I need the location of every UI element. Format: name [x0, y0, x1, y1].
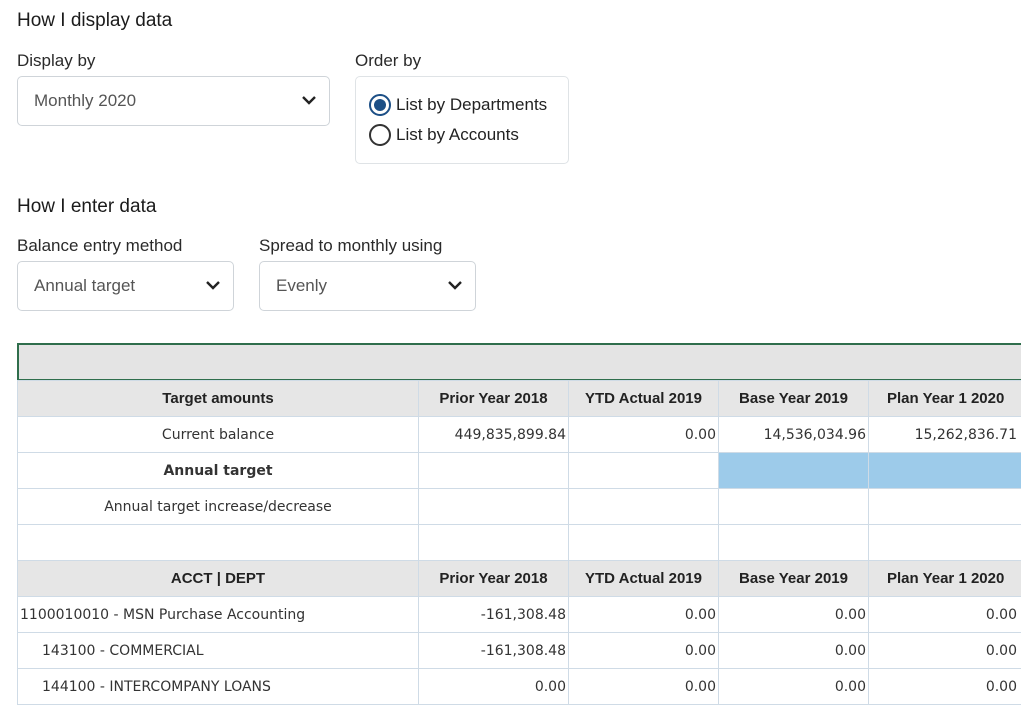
target-amounts-header: Target amounts: [17, 380, 419, 417]
row-label: 144100 - INTERCOMPANY LOANS: [17, 668, 419, 705]
radio-label-accounts: List by Accounts: [396, 125, 519, 144]
budget-grid: Target amounts Prior Year 2018 YTD Actua…: [17, 380, 1021, 705]
row-label: Annual target increase/decrease: [17, 488, 419, 525]
radio-list-by-departments[interactable]: List by Departments: [369, 94, 547, 116]
table-row: Annual target increase/decrease: [17, 488, 1021, 525]
cell: 0.00: [568, 596, 719, 633]
radio-unchecked-icon[interactable]: [369, 124, 391, 146]
input-cell[interactable]: [418, 452, 569, 489]
row-label: [17, 524, 419, 561]
radio-list-by-accounts[interactable]: List by Accounts: [369, 124, 519, 146]
display-section-title: How I display data: [17, 10, 173, 31]
cell: 15,262,836.71: [868, 416, 1021, 453]
enter-section-title: How I enter data: [17, 196, 157, 217]
cell: [868, 524, 1021, 561]
cell: -161,308.48: [418, 596, 569, 633]
cell: 0.00: [418, 668, 569, 705]
cell: 14,536,034.96: [718, 416, 869, 453]
cell: [568, 488, 719, 525]
row-label: 143100 - COMMERCIAL: [17, 632, 419, 669]
display-by-select[interactable]: Monthly 2020: [17, 76, 330, 126]
col-header: Plan Year 1 2020: [868, 380, 1021, 417]
col-header: Base Year 2019: [718, 560, 869, 597]
row-label: Annual target: [17, 452, 419, 489]
col-header: YTD Actual 2019: [568, 560, 719, 597]
cell: [718, 524, 869, 561]
chevron-down-icon: [302, 96, 316, 105]
radio-checked-icon[interactable]: [369, 94, 391, 116]
cell: 0.00: [568, 632, 719, 669]
radio-label-departments: List by Departments: [396, 95, 548, 114]
table-row[interactable]: 144100 - INTERCOMPANY LOANS 0.00 0.00 0.…: [17, 668, 1021, 705]
input-cell[interactable]: [868, 452, 1021, 489]
order-by-group: List by Departments List by Accounts: [355, 76, 569, 164]
input-cell[interactable]: [568, 452, 719, 489]
row-label: 1100010010 - MSN Purchase Accounting: [17, 596, 419, 633]
table-row[interactable]: 1100010010 - MSN Purchase Accounting -16…: [17, 596, 1021, 633]
table-row[interactable]: 143100 - COMMERCIAL -161,308.48 0.00 0.0…: [17, 632, 1021, 669]
col-header: YTD Actual 2019: [568, 380, 719, 417]
table-row: [17, 524, 1021, 561]
table-row: Current balance 449,835,899.84 0.00 14,5…: [17, 416, 1021, 453]
balance-method-value: Annual target: [34, 276, 136, 295]
cell: [718, 488, 869, 525]
cell: 0.00: [568, 668, 719, 705]
acct-dept-header: ACCT | DEPT: [17, 560, 419, 597]
col-header: Prior Year 2018: [418, 560, 569, 597]
cell: 0.00: [718, 668, 869, 705]
row-label: Current balance: [17, 416, 419, 453]
col-header: Prior Year 2018: [418, 380, 569, 417]
cell: [568, 524, 719, 561]
acct-header-row: ACCT | DEPT Prior Year 2018 YTD Actual 2…: [17, 560, 1021, 597]
cell: 0.00: [718, 632, 869, 669]
chevron-down-icon: [206, 281, 220, 290]
balance-method-label: Balance entry method: [17, 236, 183, 255]
order-by-label: Order by: [355, 51, 422, 70]
cell: 449,835,899.84: [418, 416, 569, 453]
display-by-label: Display by: [17, 51, 96, 70]
target-header-row: Target amounts Prior Year 2018 YTD Actua…: [17, 380, 1021, 417]
cell: [418, 488, 569, 525]
cell: 0.00: [718, 596, 869, 633]
display-by-value: Monthly 2020: [34, 91, 137, 110]
col-header: Base Year 2019: [718, 380, 869, 417]
grid-toolbar: [17, 343, 1021, 381]
spread-select[interactable]: Evenly: [259, 261, 476, 311]
cell: 0.00: [868, 596, 1021, 633]
cell: 0.00: [868, 668, 1021, 705]
table-row: Annual target: [17, 452, 1021, 489]
col-header: Plan Year 1 2020: [868, 560, 1021, 597]
spread-value: Evenly: [276, 276, 328, 295]
input-cell[interactable]: [718, 452, 869, 489]
chevron-down-icon: [448, 281, 462, 290]
balance-method-select[interactable]: Annual target: [17, 261, 234, 311]
cell: 0.00: [568, 416, 719, 453]
cell: 0.00: [868, 632, 1021, 669]
spread-label: Spread to monthly using: [259, 236, 443, 255]
cell: -161,308.48: [418, 632, 569, 669]
cell: [868, 488, 1021, 525]
cell: [418, 524, 569, 561]
